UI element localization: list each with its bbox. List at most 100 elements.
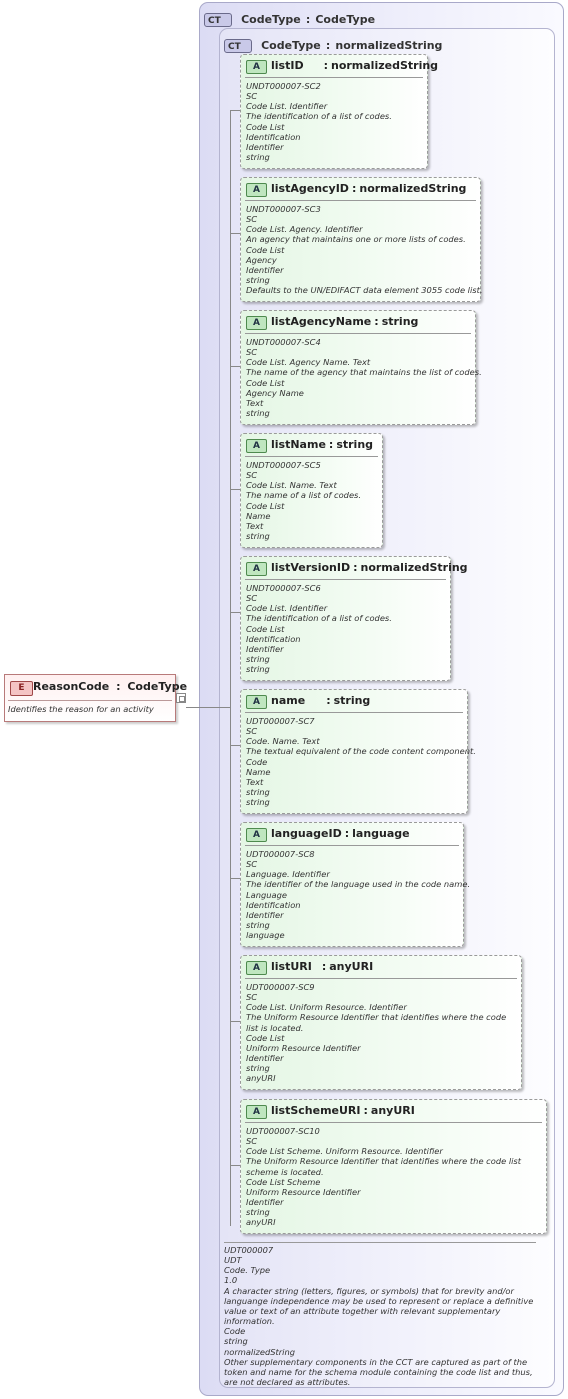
- doc-line: SC: [246, 470, 258, 481]
- attribute-name: listURI: [271, 960, 312, 973]
- doc-line: Code List Scheme: [246, 1176, 321, 1187]
- attribute-type: language: [352, 827, 410, 840]
- outer-ct-base: CodeType: [315, 13, 376, 26]
- doc-line: UDT: [224, 1255, 242, 1266]
- attribute-title: listName: string: [271, 438, 373, 451]
- attribute-type: anyURI: [329, 960, 374, 973]
- inner-ct-base: normalizedString: [335, 39, 443, 52]
- doc-line: Language: [246, 889, 287, 900]
- doc-line: Text: [246, 520, 264, 531]
- doc-line: The textual equivalent of the code conte…: [246, 746, 476, 757]
- attribute-divider: [245, 77, 423, 78]
- complex-type-icon: CT: [204, 13, 232, 27]
- attribute-title: listAgencyName: string: [271, 315, 418, 328]
- doc-line: string: [246, 531, 270, 542]
- attribute-type: anyURI: [370, 1104, 415, 1117]
- doc-line: The identification of a list of codes.: [246, 613, 392, 624]
- doc-line: Identification: [246, 633, 301, 644]
- branch-listAgencyID: [230, 233, 240, 234]
- attribute-divider: [245, 845, 459, 846]
- outer-ct-name: CodeType: [241, 13, 301, 26]
- attribute-separator: :: [351, 182, 357, 195]
- branch-name: [230, 745, 240, 746]
- attribute-documentation: UDT000007-SC9 SC Code List. Uniform Reso…: [246, 982, 517, 1084]
- branch-listSchemeURI: [230, 1165, 240, 1166]
- attribute-listAgencyName[interactable]: A listAgencyName: string UNDT000007-SC4 S…: [240, 310, 482, 425]
- attribute-documentation: UDT000007-SC10 SC Code List Scheme. Unif…: [246, 1126, 542, 1228]
- attribute-icon: A: [246, 562, 267, 576]
- doc-line: string: [246, 787, 270, 798]
- attribute-divider: [245, 456, 378, 457]
- attribute-separator: :: [323, 59, 328, 72]
- doc-line: Code. Type: [224, 1265, 271, 1276]
- attribute-name: listSchemeURI: [271, 1104, 361, 1117]
- documentation-divider: [224, 1242, 536, 1243]
- doc-line: Text: [246, 776, 264, 787]
- doc-line: SC: [246, 91, 258, 102]
- doc-line: Code List Scheme. Uniform Resource. Iden…: [246, 1146, 443, 1157]
- doc-line: Uniform Resource Identifier: [246, 1186, 361, 1197]
- doc-line: Language. Identifier: [246, 869, 330, 880]
- attribute-separator: :: [353, 561, 358, 574]
- attribute-divider: [245, 978, 517, 979]
- attribute-documentation: UNDT000007-SC6 SC Code List. Identifier …: [246, 583, 446, 674]
- doc-line: SC: [246, 859, 258, 870]
- attribute-listName[interactable]: A listName: string UNDT000007-SC5 SC Code…: [240, 433, 383, 548]
- attribute-name: listAgencyName: [271, 315, 372, 328]
- doc-line: SC: [246, 992, 258, 1003]
- doc-line: Code List. Agency. Identifier: [246, 224, 363, 235]
- doc-line: Name: [246, 510, 271, 521]
- doc-line: Other supplementary components in the CC…: [224, 1356, 533, 1388]
- attribute-type: string: [333, 694, 371, 707]
- doc-line: Agency Name: [246, 387, 304, 398]
- doc-line: Identification: [246, 131, 301, 142]
- attribute-languageID[interactable]: A languageID: language UDT000007-SC8 SC L…: [240, 822, 471, 947]
- attribute-listSchemeURI[interactable]: A listSchemeURI: anyURI UDT000007-SC10 SC…: [240, 1099, 547, 1234]
- sequence-connector-icon[interactable]: [176, 693, 186, 703]
- attribute-separator: :: [344, 827, 350, 840]
- attribute-separator: :: [321, 960, 327, 973]
- attribute-name[interactable]: A name: string UDT000007-SC7 SC Code. Nam…: [240, 689, 476, 814]
- branch-listAgencyName: [230, 366, 240, 367]
- attribute-listAgencyID[interactable]: A listAgencyID: normalizedString UNDT0000…: [240, 177, 483, 302]
- inner-ct-name: CodeType: [261, 39, 321, 52]
- attribute-listID[interactable]: A listID: normalizedString UNDT000007-SC2…: [240, 54, 438, 169]
- element-separator: :: [116, 680, 121, 693]
- attribute-title: name: string: [271, 694, 370, 707]
- branch-listVersionID: [230, 612, 240, 613]
- doc-line: Identifier: [246, 643, 284, 654]
- attribute-listVersionID[interactable]: A listVersionID: normalizedString UNDT000…: [240, 556, 468, 681]
- attribute-documentation: UNDT000007-SC2 SC Code List. Identifier …: [246, 81, 423, 162]
- doc-line: An agency that maintains one or more lis…: [246, 234, 466, 245]
- doc-line: Identification: [246, 899, 301, 910]
- attribute-icon: A: [246, 695, 267, 709]
- attribute-listURI[interactable]: A listURI: anyURI UDT000007-SC9 SC Code L…: [240, 955, 522, 1090]
- doc-line: UDT000007-SC9: [246, 982, 315, 992]
- doc-line: string: [246, 920, 270, 931]
- attribute-separator: :: [328, 438, 334, 451]
- outer-ct-separator: :: [305, 13, 311, 26]
- doc-line: Name: [246, 766, 271, 777]
- element-reasoncode[interactable]: E ReasonCode : CodeType Identifies the r…: [4, 674, 187, 722]
- attribute-documentation: UDT000007-SC8 SC Language. Identifier Th…: [246, 849, 471, 940]
- element-divider: [8, 700, 172, 701]
- branch-listID: [230, 110, 240, 111]
- attribute-icon: A: [246, 1105, 267, 1119]
- doc-line: string: [246, 1207, 270, 1218]
- complex-type-icon: CT: [224, 39, 252, 53]
- doc-line: Defaults to the UN/EDIFACT data element …: [246, 285, 483, 296]
- attribute-title: listID: normalizedString: [271, 59, 438, 72]
- doc-line: SC: [246, 726, 258, 737]
- doc-line: Code List: [246, 121, 285, 132]
- element-to-tree-line: [186, 707, 231, 708]
- attribute-title: listAgencyID: normalizedString: [271, 182, 466, 195]
- doc-line: Code List: [246, 244, 285, 255]
- attribute-type: normalizedString: [330, 59, 439, 72]
- attribute-divider: [245, 200, 476, 201]
- doc-line: string: [224, 1336, 248, 1347]
- connector-inner: [179, 696, 185, 702]
- complex-type-documentation: UDT000007 UDT Code. Type 1.0 A character…: [224, 1242, 540, 1387]
- doc-line: UNDT000007-SC4: [246, 337, 321, 347]
- doc-line: The identifier of the language used in t…: [246, 879, 471, 890]
- attribute-icon: A: [246, 316, 267, 330]
